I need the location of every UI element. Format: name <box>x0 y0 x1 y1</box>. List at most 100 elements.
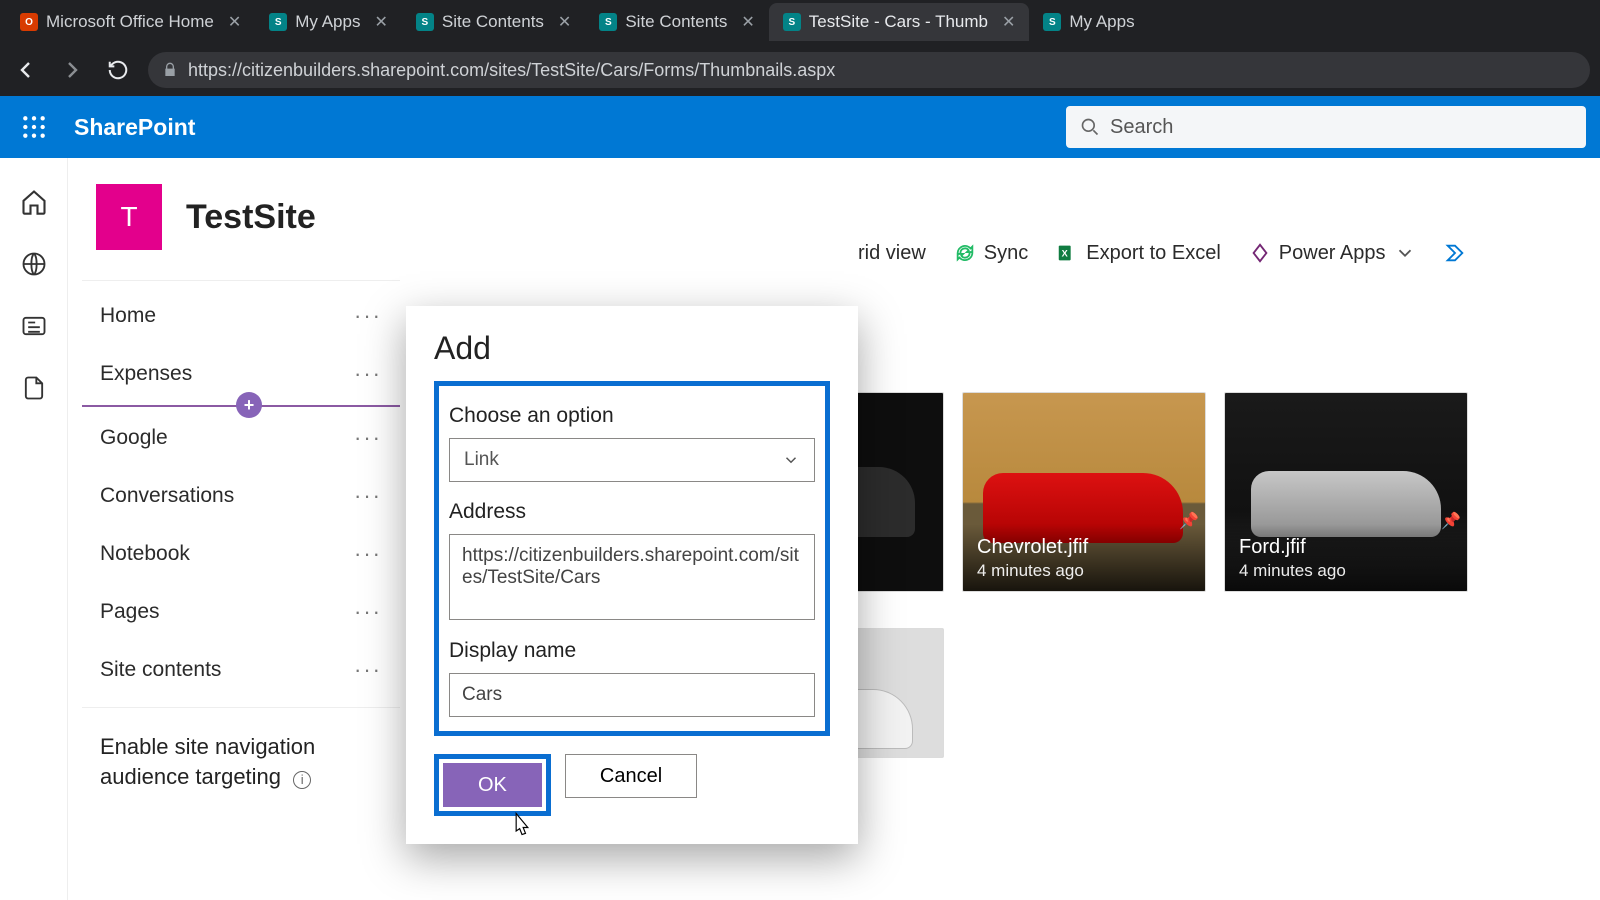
tile-caption: Ford.jfif 4 minutes ago <box>1225 524 1467 591</box>
tab-myapps-1[interactable]: S My Apps ✕ <box>255 3 402 41</box>
file-tile-ford[interactable]: 📌 Ford.jfif 4 minutes ago <box>1224 392 1468 592</box>
highlighted-ok-wrap: OK <box>434 754 551 816</box>
tab-testsite-cars[interactable]: S TestSite - Cars - Thumb ✕ <box>769 3 1030 41</box>
sidebar-item-site-contents[interactable]: Site contents··· <box>82 641 400 699</box>
svg-text:X: X <box>1062 249 1069 259</box>
add-nav-item-button[interactable]: + <box>236 392 262 418</box>
export-excel-button[interactable]: X Export to Excel <box>1056 242 1221 265</box>
ok-button[interactable]: OK <box>443 763 542 807</box>
sidebar-item-conversations[interactable]: Conversations ··· <box>82 467 400 525</box>
close-icon[interactable]: ✕ <box>374 12 387 32</box>
close-icon[interactable]: ✕ <box>558 12 571 32</box>
favicon-sharepoint: S <box>1043 13 1061 31</box>
ellipsis-icon[interactable]: ··· <box>354 657 382 683</box>
file-name: Chevrolet.jfif <box>977 536 1191 559</box>
favicon-sharepoint: S <box>599 13 617 31</box>
search-icon <box>1080 117 1100 137</box>
sidebar-item-label: Pages <box>100 600 160 624</box>
footer-line1: Enable site navigation <box>100 734 315 759</box>
ellipsis-icon[interactable]: ··· <box>354 599 382 625</box>
tab-site-contents-2[interactable]: S Site Contents ✕ <box>585 3 768 41</box>
nav-list: Home··· Expenses ··· + Google··· Conversa… <box>82 280 400 699</box>
site-navigation: T TestSite Home··· Expenses ··· + Google·… <box>68 158 408 900</box>
sidebar-item-google[interactable]: Google··· <box>82 409 400 467</box>
home-icon[interactable] <box>20 188 48 216</box>
tab-label: Site Contents <box>442 12 544 32</box>
site-logo[interactable]: T <box>96 184 162 250</box>
lock-icon <box>162 62 178 78</box>
chevron-down-icon <box>782 451 800 469</box>
tab-strip: O Microsoft Office Home ✕ S My Apps ✕ S … <box>0 0 1600 44</box>
automate-button[interactable] <box>1444 242 1466 264</box>
favicon-sharepoint: S <box>416 13 434 31</box>
file-timestamp: 4 minutes ago <box>977 561 1191 581</box>
address-row: https://citizenbuilders.sharepoint.com/s… <box>0 44 1600 96</box>
cmd-label: rid view <box>858 242 926 265</box>
sidebar-item-pages[interactable]: Pages ··· <box>82 583 400 641</box>
ellipsis-icon[interactable]: ··· <box>354 303 382 329</box>
nav-audience-targeting[interactable]: Enable site navigation audience targetin… <box>82 708 400 791</box>
option-value: Link <box>464 449 499 471</box>
back-button[interactable] <box>10 54 42 86</box>
footer-line2: audience targeting <box>100 764 281 789</box>
cmd-label: Power Apps <box>1279 242 1386 265</box>
browser-chrome: O Microsoft Office Home ✕ S My Apps ✕ S … <box>0 0 1600 96</box>
close-icon[interactable]: ✕ <box>228 12 241 32</box>
ellipsis-icon[interactable]: ··· <box>354 541 382 567</box>
add-link-dialog: Add Choose an option Link Address Displa… <box>406 306 858 844</box>
favicon-sharepoint: S <box>269 13 287 31</box>
cmd-label: Export to Excel <box>1086 242 1221 265</box>
sharepoint-brand[interactable]: SharePoint <box>74 114 195 141</box>
ellipsis-icon[interactable]: ··· <box>354 425 382 451</box>
favicon-sharepoint: S <box>783 13 801 31</box>
close-icon[interactable]: ✕ <box>741 12 754 32</box>
sidebar-item-label: Expenses <box>100 362 192 386</box>
grid-view-button[interactable]: rid view <box>858 242 926 265</box>
favicon-office: O <box>20 13 38 31</box>
ellipsis-icon[interactable]: ··· <box>354 361 382 387</box>
file-timestamp: 4 minutes ago <box>1239 561 1453 581</box>
cancel-button[interactable]: Cancel <box>565 754 697 798</box>
display-name-label: Display name <box>449 639 815 663</box>
search-input[interactable]: Search <box>1066 106 1586 148</box>
close-icon[interactable]: ✕ <box>1002 12 1015 32</box>
sidebar-item-label: Conversations <box>100 484 234 508</box>
tab-label: My Apps <box>1069 12 1134 32</box>
file-tile-chevrolet[interactable]: 📌 Chevrolet.jfif 4 minutes ago <box>962 392 1206 592</box>
sync-button[interactable]: Sync <box>954 242 1028 265</box>
forward-button[interactable] <box>56 54 88 86</box>
cmd-label: Sync <box>984 242 1028 265</box>
tab-label: My Apps <box>295 12 360 32</box>
dialog-title: Add <box>434 330 830 367</box>
reload-button[interactable] <box>102 54 134 86</box>
site-title[interactable]: TestSite <box>186 198 316 237</box>
news-icon[interactable] <box>20 312 48 340</box>
address-field[interactable] <box>449 534 815 620</box>
search-placeholder: Search <box>1110 116 1173 139</box>
sidebar-item-label: Notebook <box>100 542 190 566</box>
main-area: T TestSite Home··· Expenses ··· + Google·… <box>0 158 1600 900</box>
app-launcher-icon[interactable] <box>14 107 54 147</box>
power-apps-button[interactable]: Power Apps <box>1249 242 1416 265</box>
search-wrap: Search <box>1066 106 1586 148</box>
excel-icon: X <box>1056 242 1078 264</box>
sidebar-item-home[interactable]: Home··· <box>82 287 400 345</box>
sidebar-item-notebook[interactable]: Notebook ··· <box>82 525 400 583</box>
nav-insert-indicator: + <box>82 405 400 407</box>
tile-caption: Chevrolet.jfif 4 minutes ago <box>963 524 1205 591</box>
option-select[interactable]: Link <box>449 438 815 482</box>
tab-office-home[interactable]: O Microsoft Office Home ✕ <box>6 3 255 41</box>
info-icon[interactable]: i <box>293 771 311 789</box>
site-header: T TestSite <box>82 182 400 280</box>
globe-icon[interactable] <box>20 250 48 278</box>
tab-myapps-2[interactable]: S My Apps <box>1029 3 1148 41</box>
url-bar[interactable]: https://citizenbuilders.sharepoint.com/s… <box>148 52 1590 88</box>
sharepoint-header: SharePoint Search <box>0 96 1600 158</box>
file-name: Ford.jfif <box>1239 536 1453 559</box>
automate-icon <box>1444 242 1466 264</box>
tab-site-contents-1[interactable]: S Site Contents ✕ <box>402 3 585 41</box>
ellipsis-icon[interactable]: ··· <box>354 483 382 509</box>
address-label: Address <box>449 500 815 524</box>
display-name-field[interactable] <box>449 673 815 717</box>
files-icon[interactable] <box>20 374 48 402</box>
